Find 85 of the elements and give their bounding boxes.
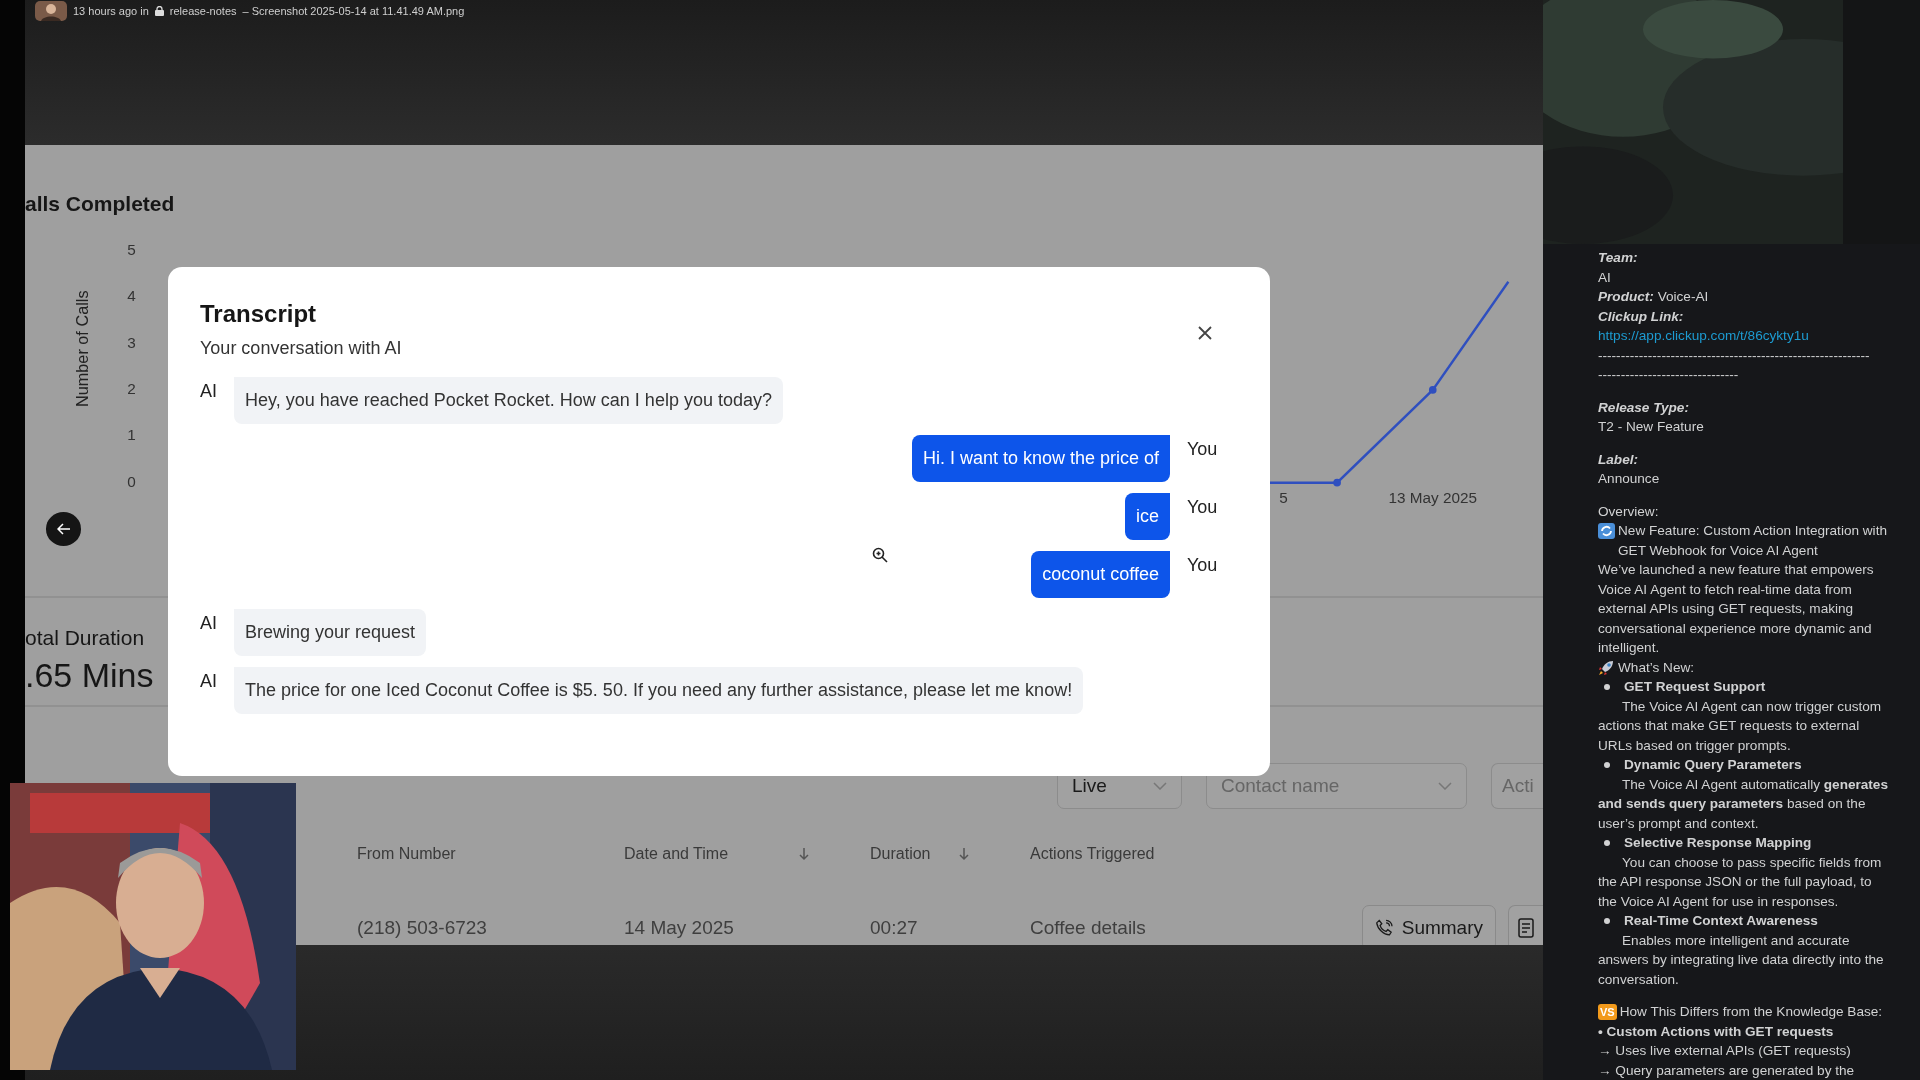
bullet-heading: GET Request Support: [1624, 678, 1766, 696]
field-label: Product:: [1598, 289, 1654, 304]
axis-tick-label: 4: [127, 287, 136, 305]
axis-tick-label: 5: [1279, 488, 1288, 506]
dialog-subtitle: Your conversation with AI: [200, 338, 403, 359]
note-text: We’ve launched a new feature that empowers Voice AI Agent to fetch real-time data from external APIs using GET requests, making conversational experience more dynamic and intelligent.: [1598, 562, 1874, 655]
field-value: Voice-AI: [1657, 289, 1709, 304]
channel-name[interactable]: release-notes: [169, 5, 237, 17]
bullet-heading: Dynamic Query Parameters: [1624, 756, 1802, 774]
field-label: Label:: [1598, 451, 1639, 467]
speaker-label: You: [1187, 555, 1219, 576]
field-label: Team:: [1598, 250, 1638, 265]
note-text: What’s New:: [1618, 658, 1695, 677]
stat-label: otal Duration: [25, 625, 145, 650]
note-text: You can choose to pass specific fields from the API response JSON or the full payload, to the Voice AI Agent for use in responses.: [1598, 854, 1882, 909]
axis-tick-label: 1: [127, 426, 136, 444]
file-name[interactable]: – Screenshot 2025-05-14 at 11.41.49 AM.png: [242, 5, 465, 17]
speaker-label: You: [1187, 439, 1219, 460]
arrow-left-icon: [56, 522, 71, 535]
avatar[interactable]: [35, 1, 67, 21]
speaker-label: AI: [200, 381, 218, 402]
column-header[interactable]: From Number: [357, 844, 456, 863]
sort-arrow-icon[interactable]: [798, 846, 810, 861]
column-header[interactable]: Date and Time: [624, 844, 729, 863]
axis-title: Number of Calls: [72, 290, 91, 407]
table-cell-text: 14 May 2025: [624, 917, 735, 939]
note-text: The Voice AI Agent automatically generates and sends query parameters based on the user’s prompt and context.: [1598, 776, 1888, 831]
bullet-heading: Selective Response Mapping: [1624, 834, 1812, 852]
note-text: → Query parameters are generated by the: [1598, 1062, 1855, 1078]
lock-icon: [154, 6, 164, 16]
note-text: -------------------------------: [1598, 367, 1739, 382]
field-label: Clickup Link:: [1598, 308, 1684, 324]
refresh-icon: [1598, 523, 1615, 539]
dialog-title: Transcript: [200, 300, 318, 328]
note-text: Overview:: [1598, 503, 1659, 519]
document-icon: [1518, 918, 1534, 938]
note-text: Enables more intelligent and accurate answers by integrating live data directly into the conversation.: [1598, 932, 1884, 987]
note-text: → Uses live external APIs (GET requests): [1598, 1043, 1851, 1058]
field-label: Release Type:: [1598, 399, 1689, 415]
note-text: AI: [1598, 269, 1611, 285]
speaker-label: AI: [200, 671, 218, 692]
table-cell-text: 00:27: [870, 917, 919, 939]
note-text: Announce: [1598, 471, 1660, 486]
message-bubble: Brewing your request: [234, 609, 427, 656]
table-cell-text: (218) 503-6723: [357, 917, 488, 939]
note-text: New Feature: Custom Action Integration with GET Webhook for Voice AI Agent: [1618, 522, 1888, 560]
rocket-icon: [1598, 659, 1615, 676]
note-text: ------------------------------------------------------------: [1598, 347, 1870, 363]
note-text: The Voice AI Agent can now trigger custom actions that make GET requests to external URLs based on trigger prompts.: [1598, 698, 1882, 753]
summary-button[interactable]: Summary: [1362, 905, 1496, 945]
note-text: How This Differs from the Knowledge Base:: [1619, 1004, 1883, 1019]
bullet-heading: Real-Time Context Awareness: [1624, 912, 1818, 930]
sort-arrow-icon[interactable]: [958, 846, 970, 861]
message-bubble: Hi. I want to know the price of: [911, 435, 1170, 482]
axis-tick-label: 2: [127, 380, 136, 398]
back-button[interactable]: [46, 512, 81, 546]
speaker-label: AI: [200, 613, 218, 634]
bullet-icon: [1604, 762, 1610, 768]
note-heading: • Custom Actions with GET requests: [1598, 1023, 1834, 1039]
notes-button[interactable]: [1508, 905, 1543, 945]
axis-tick-label: 5: [127, 241, 136, 259]
chevron-down-icon: [1438, 781, 1452, 790]
clickup-link[interactable]: https://app.clickup.com/t/86cykty1u: [1598, 328, 1809, 343]
axis-tick-label: 0: [127, 472, 136, 490]
axis-tick-label: 3: [127, 333, 136, 351]
note-text: T2 - New Feature: [1598, 419, 1704, 434]
message-bubble: The price for one Iced Coconut Coffee is $5. 50. If you need any further assistance, please let me know!: [234, 667, 1084, 714]
chevron-down-icon: [1153, 781, 1167, 790]
vs-badge: VS: [1598, 1004, 1617, 1020]
table-cell-text: Coffee details: [1030, 917, 1147, 939]
column-header[interactable]: Actions Triggered: [1030, 844, 1155, 863]
bullet-icon: [1604, 840, 1610, 846]
zoom-cursor-icon: [872, 547, 888, 563]
axis-tick-label: 13 May 2025: [1388, 488, 1477, 506]
speaker-label: You: [1187, 497, 1219, 518]
message-meta: 13 hours ago in: [73, 5, 149, 17]
bullet-icon: [1604, 918, 1610, 924]
message-bubble: ice: [1125, 493, 1170, 540]
bullet-icon: [1604, 684, 1610, 690]
stat-value: .65 Mins: [25, 655, 154, 695]
chart-title: alls Completed: [25, 192, 176, 216]
column-header[interactable]: Duration: [870, 844, 931, 863]
message-bubble: Hey, you have reached Pocket Rocket. How can I help you today?: [234, 377, 783, 424]
message-bubble: coconut coffee: [1031, 551, 1170, 598]
filter-select[interactable]: Contact name: [1206, 762, 1467, 809]
